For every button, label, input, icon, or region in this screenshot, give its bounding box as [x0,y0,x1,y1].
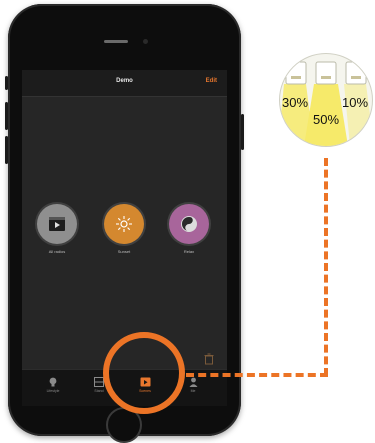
tab-label: Me [190,389,196,393]
category-all-radios[interactable]: All radios [35,204,79,254]
center-percentage: 50% [313,112,340,127]
power-button [241,114,244,150]
category-circle [37,204,77,244]
category-label: Sunset [117,249,131,254]
category-label: All radios [48,249,66,254]
radio-player-icon [49,217,65,231]
connector-line-vertical [324,158,328,376]
volume-down-button [5,136,8,164]
left-percentage: 30% [282,95,309,110]
category-sunset[interactable]: Sunset [102,204,146,254]
right-percentage: 10% [342,95,369,110]
category-label: Relax [183,249,195,254]
category-circle [104,204,144,244]
highlight-ring [103,332,185,414]
yin-yang-icon [181,216,197,232]
volume-up-button [5,102,8,130]
front-camera [143,39,148,44]
edit-button[interactable]: Edit [206,78,217,84]
earpiece-speaker [104,40,128,43]
light-distribution-badge: 30% 50% 10% [279,53,373,147]
tab-label: Lifestyle [46,389,60,393]
sunset-icon [116,216,132,232]
app-header: Demo Edit [22,70,227,97]
bulb-icon [49,377,57,387]
connector-line-horizontal [186,373,328,377]
tab-lifestyle[interactable]: Lifestyle [38,373,68,393]
mute-switch [5,76,8,90]
fixture-icons [285,61,367,85]
category-circle [169,204,209,244]
category-relax[interactable]: Relax [167,204,211,254]
page-title: Demo [116,78,133,84]
person-icon [189,377,197,387]
trash-icon[interactable] [204,353,214,365]
